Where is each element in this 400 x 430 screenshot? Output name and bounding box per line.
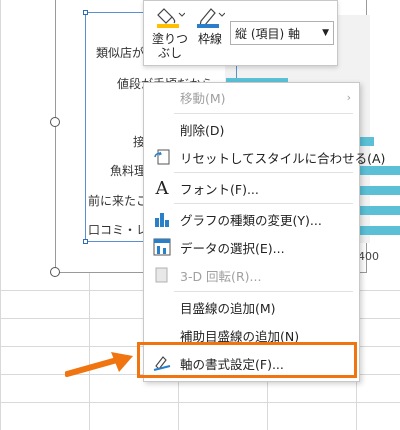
select-data-icon [152,237,172,257]
fill-label-line2: ぶし [157,46,182,60]
paint-bucket-icon [150,5,190,32]
chevron-down-icon: ▼ [322,28,329,38]
3d-rotation-icon [152,265,172,285]
menu-item-3d-rotation[interactable]: 3-D 回転(R)... [144,261,359,289]
outline-label: 枠線 [197,32,222,46]
axis-category-label: 口コミ・レ [88,223,149,237]
axis-category-label: 前に来たこ [88,194,149,208]
mini-toolbar: 塗りつ ぶし 枠線 縦 (項目) 軸 ▼ [143,0,338,66]
context-menu: 移動(M) › 削除(D) リセットしてスタイルに合わせる(A) A フォント(… [143,82,385,382]
arrow-pointer-icon [64,350,137,385]
menu-item-reset-style[interactable]: リセットしてスタイルに合わせる(A) [144,143,385,171]
menu-item-delete[interactable]: 削除(D) [144,115,359,143]
axis-tick-label: 400 [358,250,379,263]
fill-button[interactable]: 塗りつ ぶし [150,5,190,60]
highlight-box [137,342,357,378]
menu-item-move[interactable]: 移動(M) › [144,83,359,111]
reset-style-icon [152,147,172,167]
chart-element-select[interactable]: 縦 (項目) 軸 ▼ [230,21,334,45]
outline-button[interactable]: 枠線 [192,5,228,46]
chart-resize-handle-bottom-left[interactable] [50,267,60,277]
fill-label-line1: 塗りつ [151,32,189,46]
pen-icon [192,5,228,32]
chart-element-value: 縦 (項目) 軸 [235,26,300,41]
menu-item-select-data[interactable]: データの選択(E)... [144,233,359,261]
menu-item-change-chart-type[interactable]: グラフの種類の変更(Y)... [144,205,359,233]
menu-item-add-major-gridlines[interactable]: 目盛線の追加(M) [144,293,359,321]
chart-resize-handle-left[interactable] [50,117,60,127]
chevron-right-icon: › [346,90,351,104]
chart-type-icon [152,209,172,229]
axis-category-label: 類似店が [96,46,145,60]
font-icon: A [155,177,169,199]
axis-category-label: 魚料理 [110,164,147,178]
menu-item-font[interactable]: A フォント(F)... [144,174,359,202]
